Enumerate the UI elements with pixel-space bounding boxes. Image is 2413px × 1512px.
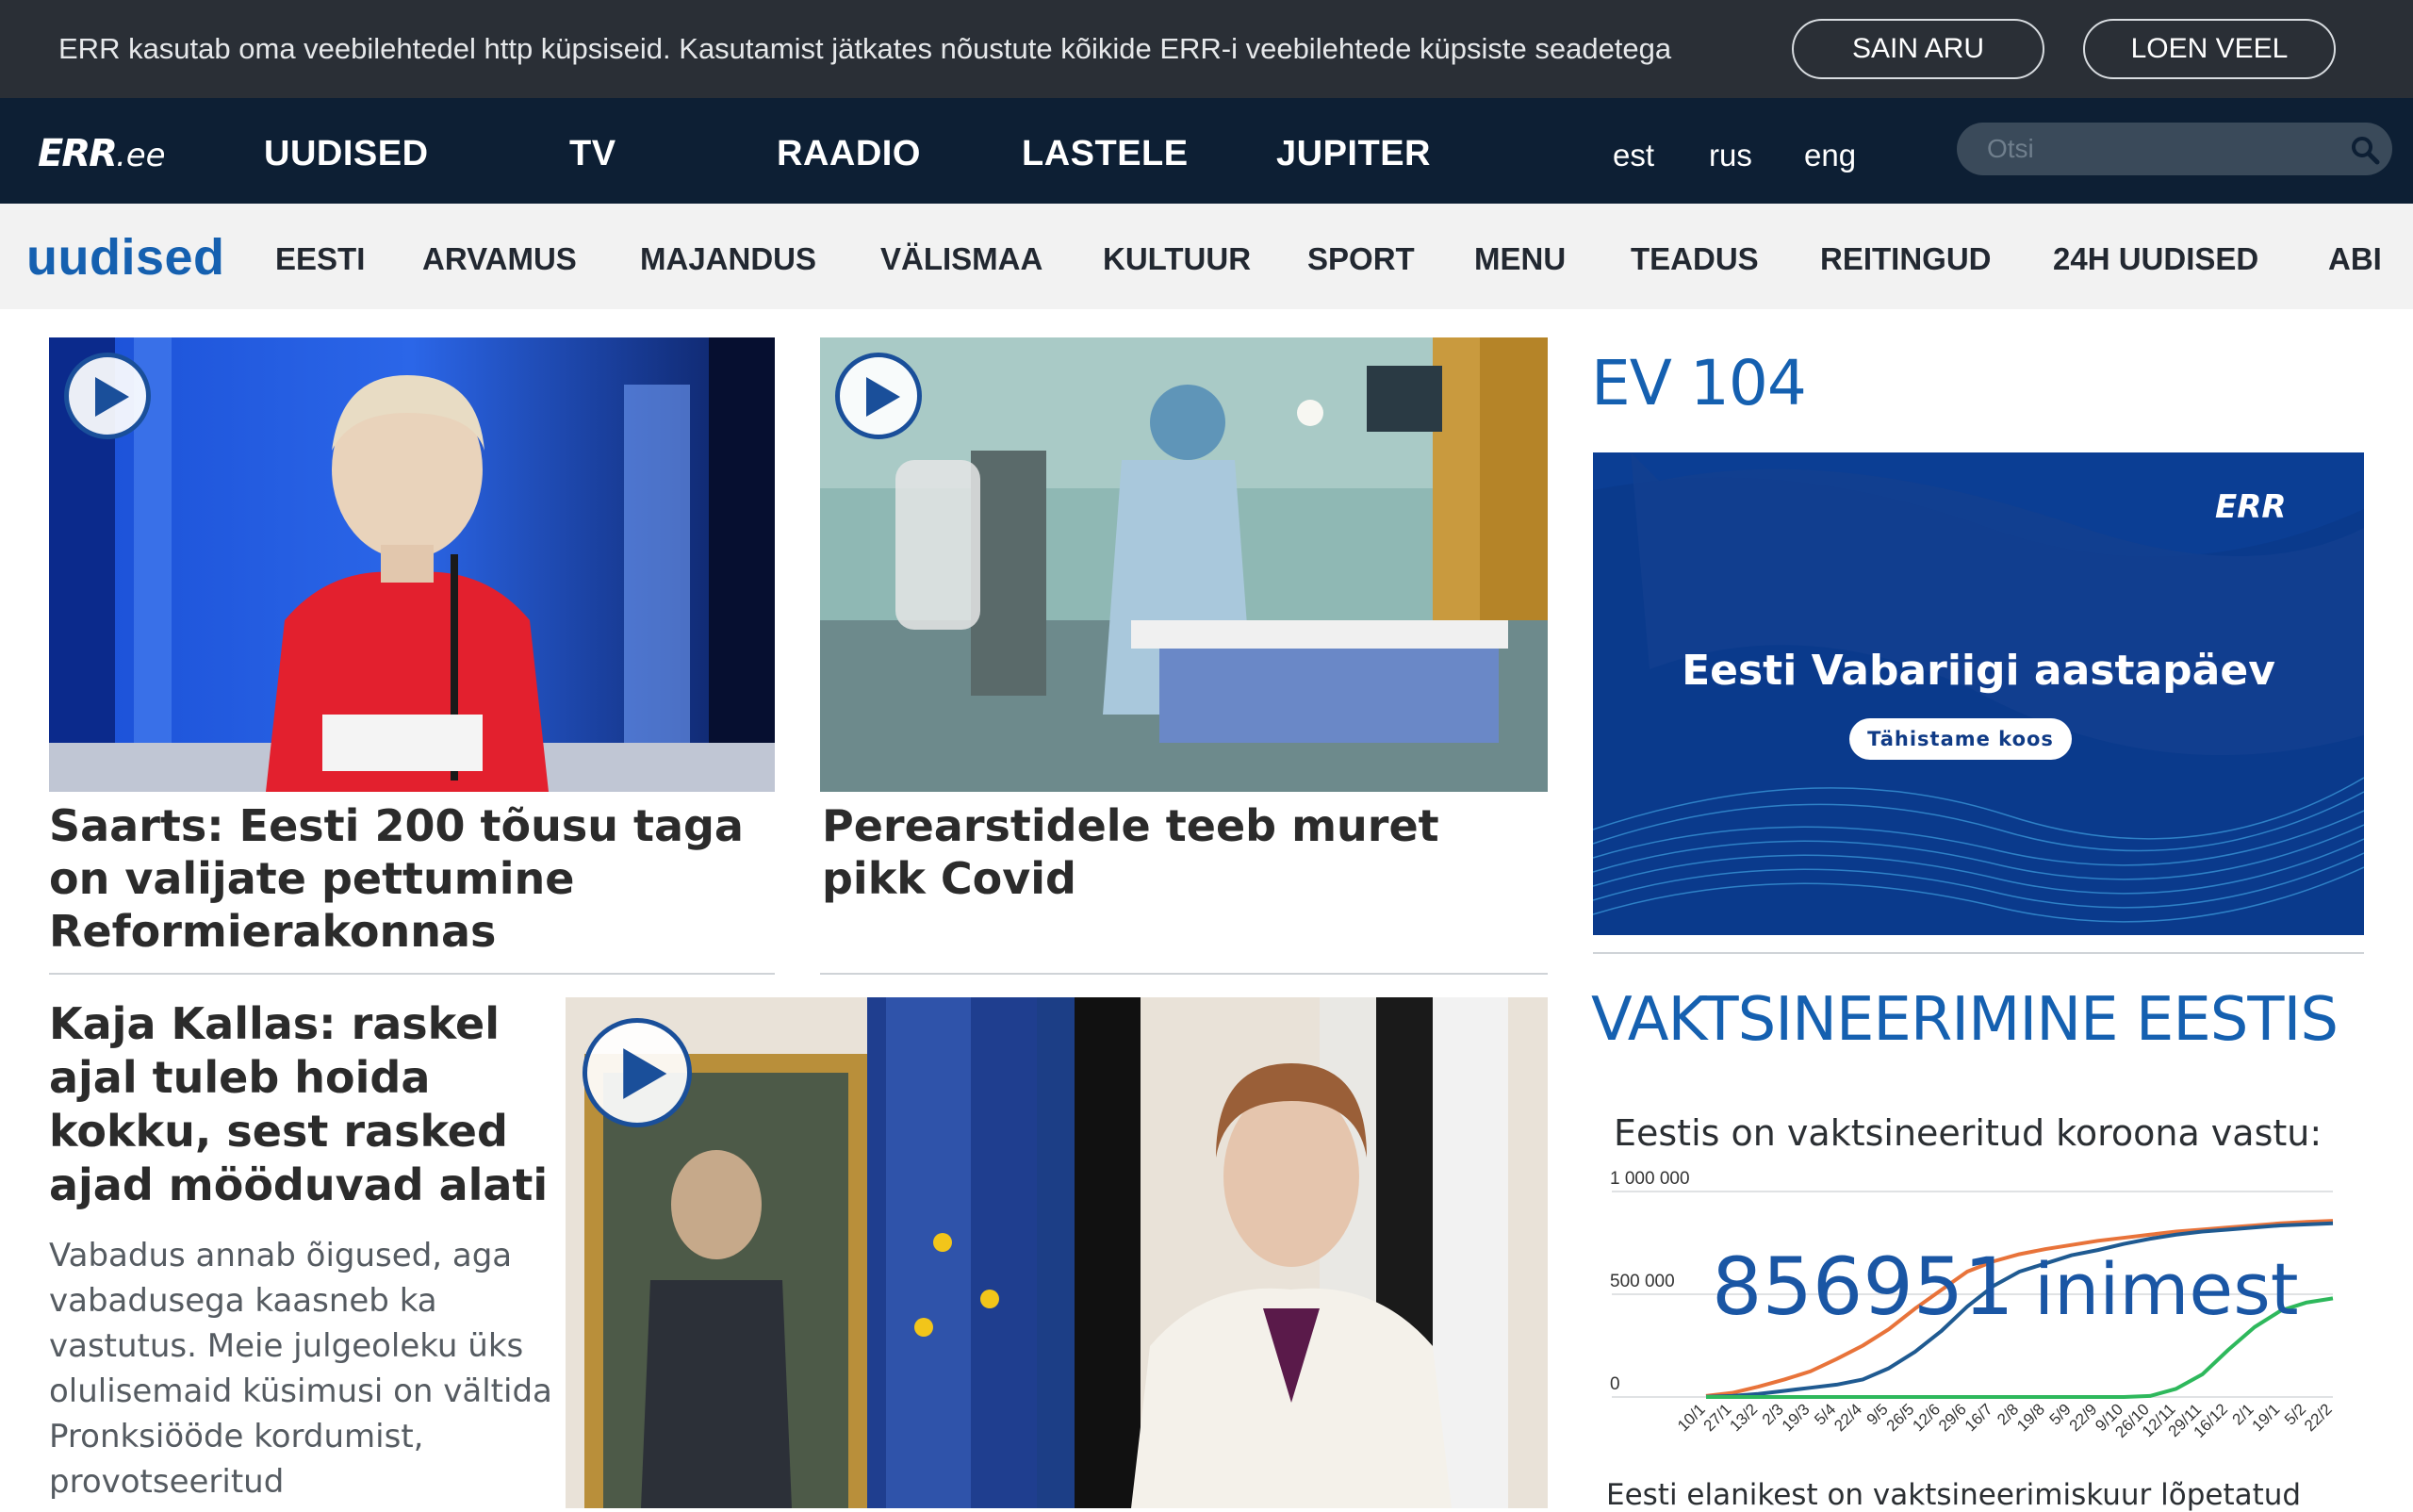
x-tick-label: 22/2 <box>2301 1400 2336 1435</box>
lang-est[interactable]: est <box>1613 138 1654 173</box>
lang-eng[interactable]: eng <box>1804 138 1856 173</box>
x-tick-label: 13/2 <box>1726 1400 1761 1435</box>
nav-item-raadio[interactable]: RAADIO <box>777 134 921 174</box>
lang-rus[interactable]: rus <box>1709 138 1752 173</box>
article-headline[interactable]: Kaja Kallas: raskel ajal tuleb hoida kok… <box>49 997 558 1212</box>
cookie-accept-button[interactable]: SAIN ARU <box>1792 19 2044 79</box>
play-button[interactable] <box>64 353 151 439</box>
x-tick-label: 16/7 <box>1962 1400 1996 1435</box>
subnav-item-teadus[interactable]: TEADUS <box>1631 241 1759 277</box>
subnav-item-menu[interactable]: MENU <box>1474 241 1566 277</box>
vaccination-count: 856951 <box>1712 1241 2014 1333</box>
ev104-title[interactable]: EV 104 <box>1591 347 1807 419</box>
vaccination-chart: 0500 0001 000 000 10/127/113/22/319/35/4… <box>1610 1169 2336 1441</box>
y-tick-label: 1 000 000 <box>1610 1169 1690 1189</box>
banner-title: Eesti Vabariigi aastapäev <box>1682 647 2275 695</box>
top-navigation: ERR.ee UUDISED TV RAADIO LASTELE JUPITER… <box>0 98 2413 204</box>
banner-button[interactable]: Tähistame koos <box>1849 718 2072 760</box>
err-logo[interactable]: ERR.ee <box>38 132 166 175</box>
subnav-item-abi[interactable]: ABI <box>2328 241 2382 277</box>
play-icon <box>866 377 900 417</box>
subnav-item-eesti[interactable]: EESTI <box>275 241 365 277</box>
vaccination-subtitle: Eestis on vaktsineeritud koroona vastu: <box>1614 1112 2323 1154</box>
subnav-item-reitingud[interactable]: REITINGUD <box>1820 241 1992 277</box>
x-tick-label: 19/8 <box>2013 1400 2048 1435</box>
search-icon[interactable] <box>2349 134 2381 166</box>
studio-photo <box>49 337 775 792</box>
article-headline[interactable]: Saarts: Eesti 200 tõusu taga on valijate… <box>49 799 775 958</box>
y-tick-label: 0 <box>1610 1374 1620 1394</box>
play-icon <box>623 1048 667 1099</box>
logo-text: ERR <box>38 132 118 175</box>
article-image[interactable] <box>49 337 775 792</box>
article-headline[interactable]: Perearstidele teeb muret pikk Covid <box>822 799 1548 905</box>
section-navigation: uudised EESTI ARVAMUS MAJANDUS VÄLISMAA … <box>0 204 2413 309</box>
subnav-item-arvamus[interactable]: ARVAMUS <box>422 241 577 277</box>
nav-item-uudised[interactable]: UUDISED <box>264 134 429 174</box>
article-lead: Vabadus annab õigused, aga vabadusega ka… <box>49 1237 552 1501</box>
vaccination-unit: inimest <box>2034 1247 2299 1331</box>
portrait-photo <box>566 997 1548 1508</box>
y-tick-label: 500 000 <box>1610 1272 1675 1291</box>
cookie-text: ERR kasutab oma veebilehtedel http küpsi… <box>58 32 1672 65</box>
divider <box>49 973 775 975</box>
nav-item-tv[interactable]: TV <box>569 134 616 174</box>
play-icon <box>95 377 129 417</box>
hospital-photo <box>820 337 1548 792</box>
vaccination-footer: Eesti elanikest on vaktsineerimiskuur lõ… <box>1606 1478 2302 1512</box>
logo-suffix: .ee <box>115 137 166 174</box>
section-brand[interactable]: uudised <box>26 228 225 287</box>
nav-item-jupiter[interactable]: JUPITER <box>1276 134 1431 174</box>
banner-logo: ERR <box>2215 488 2287 526</box>
x-tick-label: 22/4 <box>1830 1400 1865 1435</box>
divider <box>1593 952 2364 954</box>
vaccination-title[interactable]: VAKTSINEERIMINE EESTIS <box>1591 985 2339 1055</box>
subnav-item-valismaa[interactable]: VÄLISMAA <box>880 241 1042 277</box>
play-button[interactable] <box>835 353 922 439</box>
subnav-item-kultuur[interactable]: KULTUUR <box>1103 241 1251 277</box>
divider <box>820 973 1548 975</box>
play-button[interactable] <box>583 1018 692 1127</box>
ev104-banner[interactable]: ERR Eesti Vabariigi aastapäev Tähistame … <box>1593 452 2364 935</box>
subnav-item-sport[interactable]: SPORT <box>1307 241 1415 277</box>
subnav-item-24h-uudised[interactable]: 24H UUDISED <box>2053 241 2258 277</box>
article-image[interactable] <box>566 997 1548 1508</box>
cookie-more-button[interactable]: LOEN VEEL <box>2083 19 2336 79</box>
x-tick-label: 19/1 <box>2249 1400 2284 1435</box>
search-input[interactable] <box>1957 123 2392 175</box>
nav-item-lastele[interactable]: LASTELE <box>1022 134 1189 174</box>
subnav-item-majandus[interactable]: MAJANDUS <box>640 241 816 277</box>
x-tick-label: 19/3 <box>1779 1400 1814 1435</box>
article-image[interactable] <box>820 337 1548 792</box>
cookie-banner: ERR kasutab oma veebilehtedel http küpsi… <box>0 0 2413 98</box>
